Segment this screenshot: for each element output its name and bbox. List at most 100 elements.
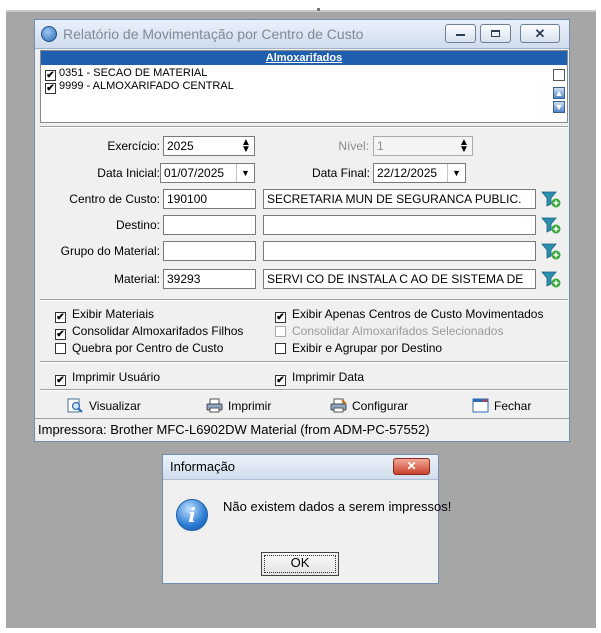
move-up-button[interactable]: ▲ [553,87,565,99]
consolidar-filhos-option[interactable]: ✔ Consolidar Almoxarifados Filhos [55,324,243,340]
report-window: Relatório de Movimentação por Centro de … [34,19,570,442]
imprimir-usuario-option[interactable]: ✔ Imprimir Usuário [55,370,160,386]
grupo-desc-field[interactable] [263,241,536,261]
data-final-label: Data Final: [311,166,370,180]
chevron-down-icon[interactable]: ▼ [236,164,254,182]
option-label: Imprimir Usuário [72,370,161,384]
fechar-button[interactable]: Fechar [472,395,531,417]
option-label: Consolidar Almoxarifados Selecionados [292,324,504,338]
checkbox[interactable]: ✔ [55,312,66,323]
quebra-centro-option[interactable]: Quebra por Centro de Custo [55,341,223,355]
close-icon: ✕ [534,26,546,41]
nivel-field[interactable]: 1 ▲ ▼ [373,136,473,156]
divider [40,299,568,301]
printer-status: Impressora: Brother MFC-L6902DW Material… [38,422,430,437]
centro-custo-code-field[interactable]: 190100 [163,189,256,209]
option-label: Imprimir Data [292,370,365,384]
material-code-field[interactable]: 39293 [163,269,256,289]
centro-custo-desc-field[interactable]: SECRETARIA MUN DE SEGURANCA PUBLIC. [263,189,536,209]
nivel-value: 1 [377,139,384,153]
imprimir-label: Imprimir [228,399,272,413]
filter-add-icon[interactable] [541,190,561,208]
option-label: Exibir Apenas Centros de Custo Movimenta… [292,307,544,321]
exercicio-value: 2025 [167,139,194,153]
spinner-icon[interactable]: ▲ ▼ [458,138,470,155]
divider [40,361,568,363]
data-final-value: 22/12/2025 [377,166,438,180]
warehouse-item-label: 0351 - SECAO DE MATERIAL [59,67,208,79]
imprimir-data-option[interactable]: ✔ Imprimir Data [275,370,364,386]
status-bar: Impressora: Brother MFC-L6902DW Material… [35,418,569,441]
maximize-button[interactable] [480,24,511,43]
minimize-icon [456,34,465,36]
material-desc-field[interactable]: SERVI CO DE INSTALA C AO DE SISTEMA DE [263,269,536,289]
chevron-down-icon[interactable]: ▼ [447,164,465,182]
divider [40,126,568,128]
app-icon [41,26,57,42]
checkbox[interactable] [275,343,286,354]
exercicio-field[interactable]: 2025 ▲ ▼ [163,136,255,156]
centro-custo-label: Centro de Custo: [69,192,160,206]
exibir-materiais-option[interactable]: ✔ Exibir Materiais [55,307,154,323]
visualizar-button[interactable]: Visualizar [67,395,141,417]
visualizar-label: Visualizar [89,399,141,413]
ok-button[interactable]: OK [261,552,339,576]
consolidar-selecionados-option[interactable]: Consolidar Almoxarifados Selecionados [275,324,503,338]
nivel-label: Nível: [338,139,369,153]
info-icon: i [176,499,208,531]
option-label: Exibir e Agrupar por Destino [292,341,443,355]
checkbox[interactable]: ✔ [45,83,56,94]
dialog-title-bar[interactable]: Informação ✕ [163,455,438,480]
exibir-apenas-centros-option[interactable]: ✔ Exibir Apenas Centros de Custo Moviment… [275,307,543,323]
destino-code-field[interactable] [163,215,256,235]
material-code: 39293 [167,272,201,286]
divider [40,389,568,391]
maximize-icon [491,30,500,37]
dialog-title: Informação [170,459,236,474]
exibir-agrupar-destino-option[interactable]: Exibir e Agrupar por Destino [275,341,442,355]
dialog-close-button[interactable]: ✕ [393,458,430,475]
move-down-button[interactable]: ▼ [553,101,565,113]
grupo-code-field[interactable] [163,241,256,261]
material-desc: SERVI CO DE INSTALA C AO DE SISTEMA DE [267,272,524,286]
option-label: Quebra por Centro de Custo [72,341,224,355]
window-title: Relatório de Movimentação por Centro de … [63,26,364,42]
ok-label: OK [290,555,310,570]
filter-add-icon[interactable] [541,270,561,288]
configurar-button[interactable]: Configurar [330,395,408,417]
data-inicial-value: 01/07/2025 [164,166,225,180]
destino-desc-field[interactable] [263,215,536,235]
checkbox[interactable]: ✔ [275,312,286,323]
close-window-icon [472,398,489,413]
warehouse-item-0351[interactable]: ✔ 0351 - SECAO DE MATERIAL [45,67,208,81]
configurar-label: Configurar [352,399,409,413]
checkbox[interactable]: ✔ [55,375,66,386]
minimize-button[interactable] [445,24,476,43]
filter-add-icon[interactable] [541,216,561,234]
printer-settings-icon [330,398,347,413]
filter-add-icon[interactable] [541,242,561,260]
data-final-field[interactable]: 22/12/2025 ▼ [373,163,466,183]
printer-icon [206,398,223,413]
checkbox[interactable] [55,343,66,354]
option-label: Exibir Materiais [72,307,155,321]
warehouse-list[interactable]: Almoxarifados ✔ 0351 - SECAO DE MATERIAL … [40,50,568,123]
info-dialog: Informação ✕ i Não existem dados a serem… [162,454,451,584]
warehouse-item-9999[interactable]: ✔ 9999 - ALMOXARIFADO CENTRAL [45,80,234,94]
data-inicial-field[interactable]: 01/07/2025 ▼ [160,163,255,183]
warehouse-list-header: Almoxarifados [41,51,567,65]
title-bar[interactable]: Relatório de Movimentação por Centro de … [35,20,569,49]
close-button[interactable]: ✕ [520,24,560,43]
checkbox[interactable]: ✔ [55,329,66,340]
spinner-icon[interactable]: ▲ ▼ [240,138,252,155]
option-label: Consolidar Almoxarifados Filhos [72,324,244,338]
destino-label: Destino: [115,218,160,232]
checkbox[interactable] [275,326,286,337]
checkbox[interactable]: ✔ [275,375,286,386]
imprimir-button[interactable]: Imprimir [206,395,271,417]
select-all-checkbox[interactable] [553,69,565,81]
dialog-message: Não existem dados a serem impressos! [223,499,452,514]
centro-custo-desc: SECRETARIA MUN DE SEGURANCA PUBLIC. [267,192,522,206]
close-icon: ✕ [406,459,417,473]
top-marker [317,8,320,11]
